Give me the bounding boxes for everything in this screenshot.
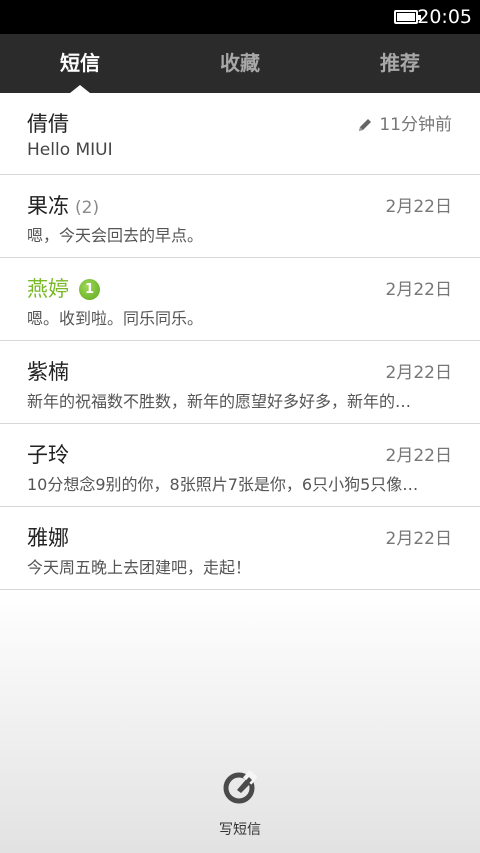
message-time: 2月22日 [385,446,452,466]
message-time: 2月22日 [385,280,452,300]
message-time: 2月22日 [385,197,452,217]
message-time: 11分钟前 [379,115,452,135]
conversation-item[interactable]: 倩倩 11分钟前 Hello MIUI [0,93,480,175]
message-preview: 新年的祝福数不胜数，新年的愿望好多好多，新年的… [27,392,412,411]
contact-name-text: 燕婷 [27,277,69,301]
message-preview: 嗯，今天会回去的早点。 [27,226,204,245]
conversation-list: 倩倩 11分钟前 Hello MIUI 果冻 (2) 2月22日 嗯，今天会回去的… [0,93,480,590]
compose-button[interactable]: 写短信 [190,770,290,850]
message-time: 2月22日 [385,363,452,383]
unread-badge: 1 [79,279,100,300]
messaging-screen: 20:05 短信 收藏 推荐 倩倩 11分钟前 Hello MIUI 果冻 (2)… [0,0,480,853]
compose-icon [223,770,257,804]
draft-pencil-icon [359,119,371,131]
active-tab-indicator [70,85,90,93]
contact-name: 雅娜 [27,526,69,550]
tab-bar: 短信 收藏 推荐 [0,34,480,93]
contact-name: 果冻 (2) [27,193,99,221]
conversation-item[interactable]: 子玲 2月22日 10分想念9别的你，8张照片7张是你，6只小狗5只像… [0,424,480,507]
status-clock: 20:05 [417,6,472,28]
message-time: 2月22日 [385,529,452,549]
conversation-item[interactable]: 果冻 (2) 2月22日 嗯，今天会回去的早点。 [0,175,480,258]
contact-name: 子玲 [27,443,69,467]
tab-favorites[interactable]: 收藏 [160,34,320,93]
conversation-item[interactable]: 燕婷 1 2月22日 嗯。收到啦。同乐同乐。 [0,258,480,341]
message-preview: 10分想念9别的你，8张照片7张是你，6只小狗5只像… [27,475,419,494]
message-count: (2) [75,198,100,218]
conversation-item[interactable]: 紫楠 2月22日 新年的祝福数不胜数，新年的愿望好多好多，新年的… [0,341,480,424]
compose-label: 写短信 [219,822,261,838]
message-preview: Hello MIUI [27,140,113,160]
battery-icon [394,10,421,24]
tab-recommended[interactable]: 推荐 [320,34,480,93]
message-preview: 今天周五晚上去团建吧，走起！ [27,558,252,577]
status-bar: 20:05 [0,0,480,34]
contact-name-text: 果冻 [27,194,69,218]
contact-name: 燕婷 1 [27,276,100,302]
message-preview: 嗯。收到啦。同乐同乐。 [27,309,204,328]
conversation-item[interactable]: 雅娜 2月22日 今天周五晚上去团建吧，走起！ [0,507,480,590]
contact-name: 倩倩 [27,112,69,136]
contact-name: 紫楠 [27,360,69,384]
